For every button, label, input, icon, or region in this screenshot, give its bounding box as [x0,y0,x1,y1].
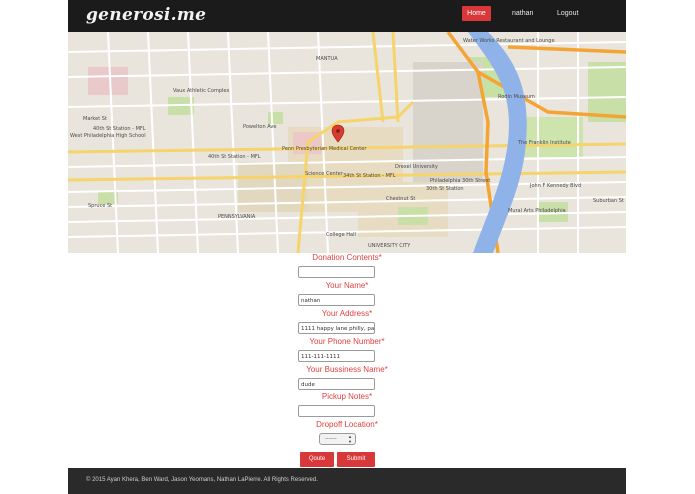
nav-user-link[interactable]: nathan [512,6,533,21]
map-canvas[interactable]: Vaux Athletic Complex Market St Powelton… [68,32,626,253]
page: generosi.me Home nathan Logout Vaux Athl… [68,0,626,494]
footer: © 2015 Ayan Khera, Ben Ward, Jason Yeoma… [68,468,626,494]
map-label-30th-station: 30th St Station [426,186,464,192]
nav-logout-link[interactable]: Logout [557,6,578,21]
dropoff-location-select[interactable]: ------- ▲ ▼ [319,433,356,445]
donation-contents-label: Donation Contents* [312,253,382,262]
map-label-vaux: Vaux Athletic Complex [173,88,229,94]
map-label-chestnut: Chestnut St [386,196,415,202]
business-name-input[interactable]: dude [298,378,375,390]
map-label-spruce: Spruce St [88,203,112,209]
map-label-powelton: Powelton Ave [243,124,276,130]
your-address-label: Your Address* [321,309,373,318]
map-label-college-hall: College Hall [326,232,356,238]
map-label-market: Market St [83,116,107,122]
map-label-waterworks: Water Works Restaurant and Lounge [463,38,555,44]
select-arrows-icon: ▲ ▼ [348,434,352,444]
donation-contents-input[interactable] [298,266,375,278]
footer-copyright: © 2015 Ayan Khera, Ben Ward, Jason Yeoma… [86,477,318,483]
map-label-34th-station: 34th St Station - MFL [343,173,396,179]
pickup-notes-input[interactable] [298,405,375,417]
navbar: generosi.me Home nathan Logout [68,0,626,32]
map-label-west-phila: West Philadelphia High School [70,133,146,139]
map-label-mural: Mural Arts Philadelphia [508,208,566,214]
map-label-suburban: Suburban St [593,198,624,204]
map-label-franklin: The Franklin Institute [517,140,571,146]
your-name-label: Your Name* [325,281,369,290]
quote-button[interactable]: Qoute [300,452,334,467]
map-label-drexel: Drexel University [395,164,438,170]
donation-form: Donation Contents* Your Name* nathan You… [68,253,626,468]
nav-home-button[interactable]: Home [462,6,491,21]
map-label-40th-station-2: 40th St Station - MFL [208,154,261,160]
map-label-university-city: UNIVERSITY CITY [368,243,411,249]
map-label-40th-station: 40th St Station - MFL [93,126,146,132]
dropoff-selected-value: ------- [325,436,337,442]
map-label-30th-street: Philadelphia 30th Street [430,178,490,184]
submit-button[interactable]: Submit [337,452,375,467]
map-label-mantua: MANTUA [316,56,338,62]
map-label-science-center: Science Center [305,171,344,177]
map[interactable]: Vaux Athletic Complex Market St Powelton… [68,32,626,253]
your-name-input[interactable]: nathan [298,294,375,306]
phone-number-label: Your Phone Number* [309,337,385,346]
phone-number-input[interactable]: 111-111-1111 [298,350,375,362]
your-address-input[interactable]: 1111 happy lane philly, pa [298,322,375,334]
map-label-kennedy: John F Kennedy Blvd [529,183,581,189]
pickup-notes-label: Pickup Notes* [321,392,373,401]
map-label-penn-presb: Penn Presbyterian Medical Center [282,146,367,152]
map-label-pennsylvania: PENNSYLVANIA [218,214,256,220]
business-name-label: Your Bussiness Name* [306,365,388,374]
dropoff-location-label: Dropoff Location* [316,420,378,429]
map-label-rodin: Rodin Museum [498,94,535,100]
brand-logo[interactable]: generosi.me [86,5,206,25]
